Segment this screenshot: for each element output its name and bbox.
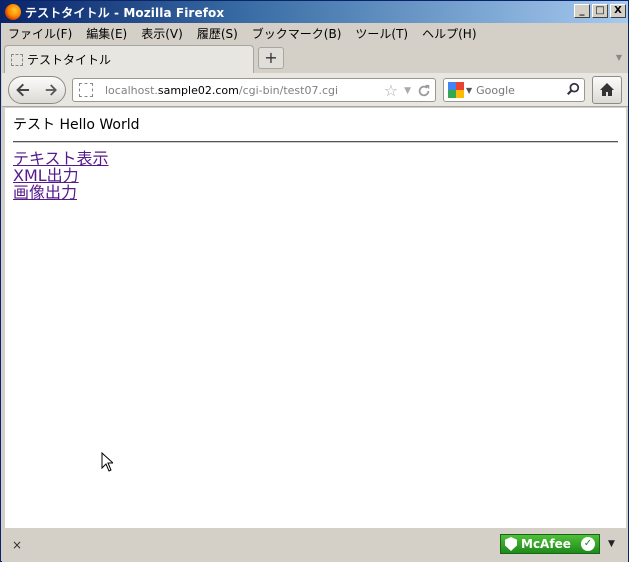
tab-active[interactable]: テストタイトル [4, 45, 254, 73]
menu-bar: ファイル(F) 編集(E) 表示(V) 履歴(S) ブックマーク(B) ツール(… [2, 23, 628, 43]
back-arrow-icon [16, 83, 29, 97]
list-all-tabs-icon[interactable]: ▼ [616, 53, 622, 62]
menu-edit[interactable]: 編集(E) [86, 25, 127, 42]
close-addon-bar-button[interactable]: × [12, 538, 22, 552]
link-text-display[interactable]: テキスト表示 [13, 150, 618, 167]
search-magnifier-icon[interactable] [566, 82, 580, 96]
minimize-button[interactable]: _ [574, 4, 590, 18]
title-bar[interactable]: テストタイトル - Mozilla Firefox _ □ X [1, 1, 628, 23]
reload-icon[interactable] [417, 84, 431, 98]
mcafee-shield-icon [505, 537, 517, 551]
close-button[interactable]: X [610, 4, 626, 18]
firefox-logo-icon [5, 4, 21, 20]
menu-bookmarks[interactable]: ブックマーク(B) [252, 25, 342, 42]
tab-label: テストタイトル [27, 53, 112, 67]
back-forward-group [8, 76, 66, 104]
url-text: localhost.sample02.com/cgi-bin/test07.cg… [105, 84, 338, 97]
bookmark-star-icon[interactable]: ☆ [384, 81, 398, 100]
new-tab-button[interactable]: + [258, 47, 284, 69]
forward-arrow-icon [45, 84, 57, 96]
navigation-toolbar: localhost.sample02.com/cgi-bin/test07.cg… [2, 73, 628, 107]
url-history-dropdown-icon[interactable]: ▼ [404, 86, 411, 96]
link-image-output[interactable]: 画像出力 [13, 184, 618, 201]
home-icon [600, 83, 614, 96]
mouse-cursor-icon [101, 452, 113, 472]
back-button[interactable] [9, 77, 37, 103]
site-identity-icon[interactable] [79, 83, 93, 97]
mcafee-addon-button[interactable]: McAfee ✓ [500, 534, 600, 554]
menu-history[interactable]: 履歴(S) [197, 25, 238, 42]
check-icon: ✓ [581, 537, 595, 551]
horizontal-rule [13, 141, 618, 143]
google-engine-icon[interactable] [448, 82, 464, 98]
url-bar[interactable]: localhost.sample02.com/cgi-bin/test07.cg… [72, 78, 436, 102]
page-heading: テスト Hello World [13, 117, 140, 133]
menu-view[interactable]: 表示(V) [141, 25, 183, 42]
search-bar[interactable]: ▼ Google [443, 78, 585, 102]
menu-tools[interactable]: ツール(T) [355, 25, 408, 42]
url-host: sample02.com [157, 83, 239, 97]
browser-window: テストタイトル - Mozilla Firefox _ □ X ファイル(F) … [0, 0, 629, 562]
window-title: テストタイトル - Mozilla Firefox [25, 5, 225, 20]
link-xml-output[interactable]: XML出力 [13, 167, 618, 184]
url-prefix: localhost. [105, 83, 158, 97]
page-favicon-icon [11, 53, 23, 66]
url-path: /cgi-bin/test07.cgi [238, 83, 339, 97]
home-button[interactable] [592, 76, 622, 104]
addon-bar: × McAfee ✓ ▼ [2, 528, 628, 562]
search-engine-dropdown-icon[interactable]: ▼ [466, 86, 472, 95]
url-bar-actions: ☆ ▼ [384, 81, 431, 100]
menu-help[interactable]: ヘルプ(H) [422, 25, 476, 42]
search-input[interactable]: Google [476, 84, 515, 97]
tab-strip: テストタイトル + ▼ [2, 43, 628, 73]
menu-file[interactable]: ファイル(F) [8, 25, 72, 42]
mcafee-label: McAfee [521, 537, 571, 551]
mcafee-dropdown-icon[interactable]: ▼ [608, 539, 615, 549]
forward-button[interactable] [37, 77, 65, 103]
window-controls: _ □ X [574, 4, 626, 18]
page-content: テスト Hello World テキスト表示 XML出力 画像出力 [5, 108, 626, 528]
maximize-button[interactable]: □ [592, 4, 608, 18]
